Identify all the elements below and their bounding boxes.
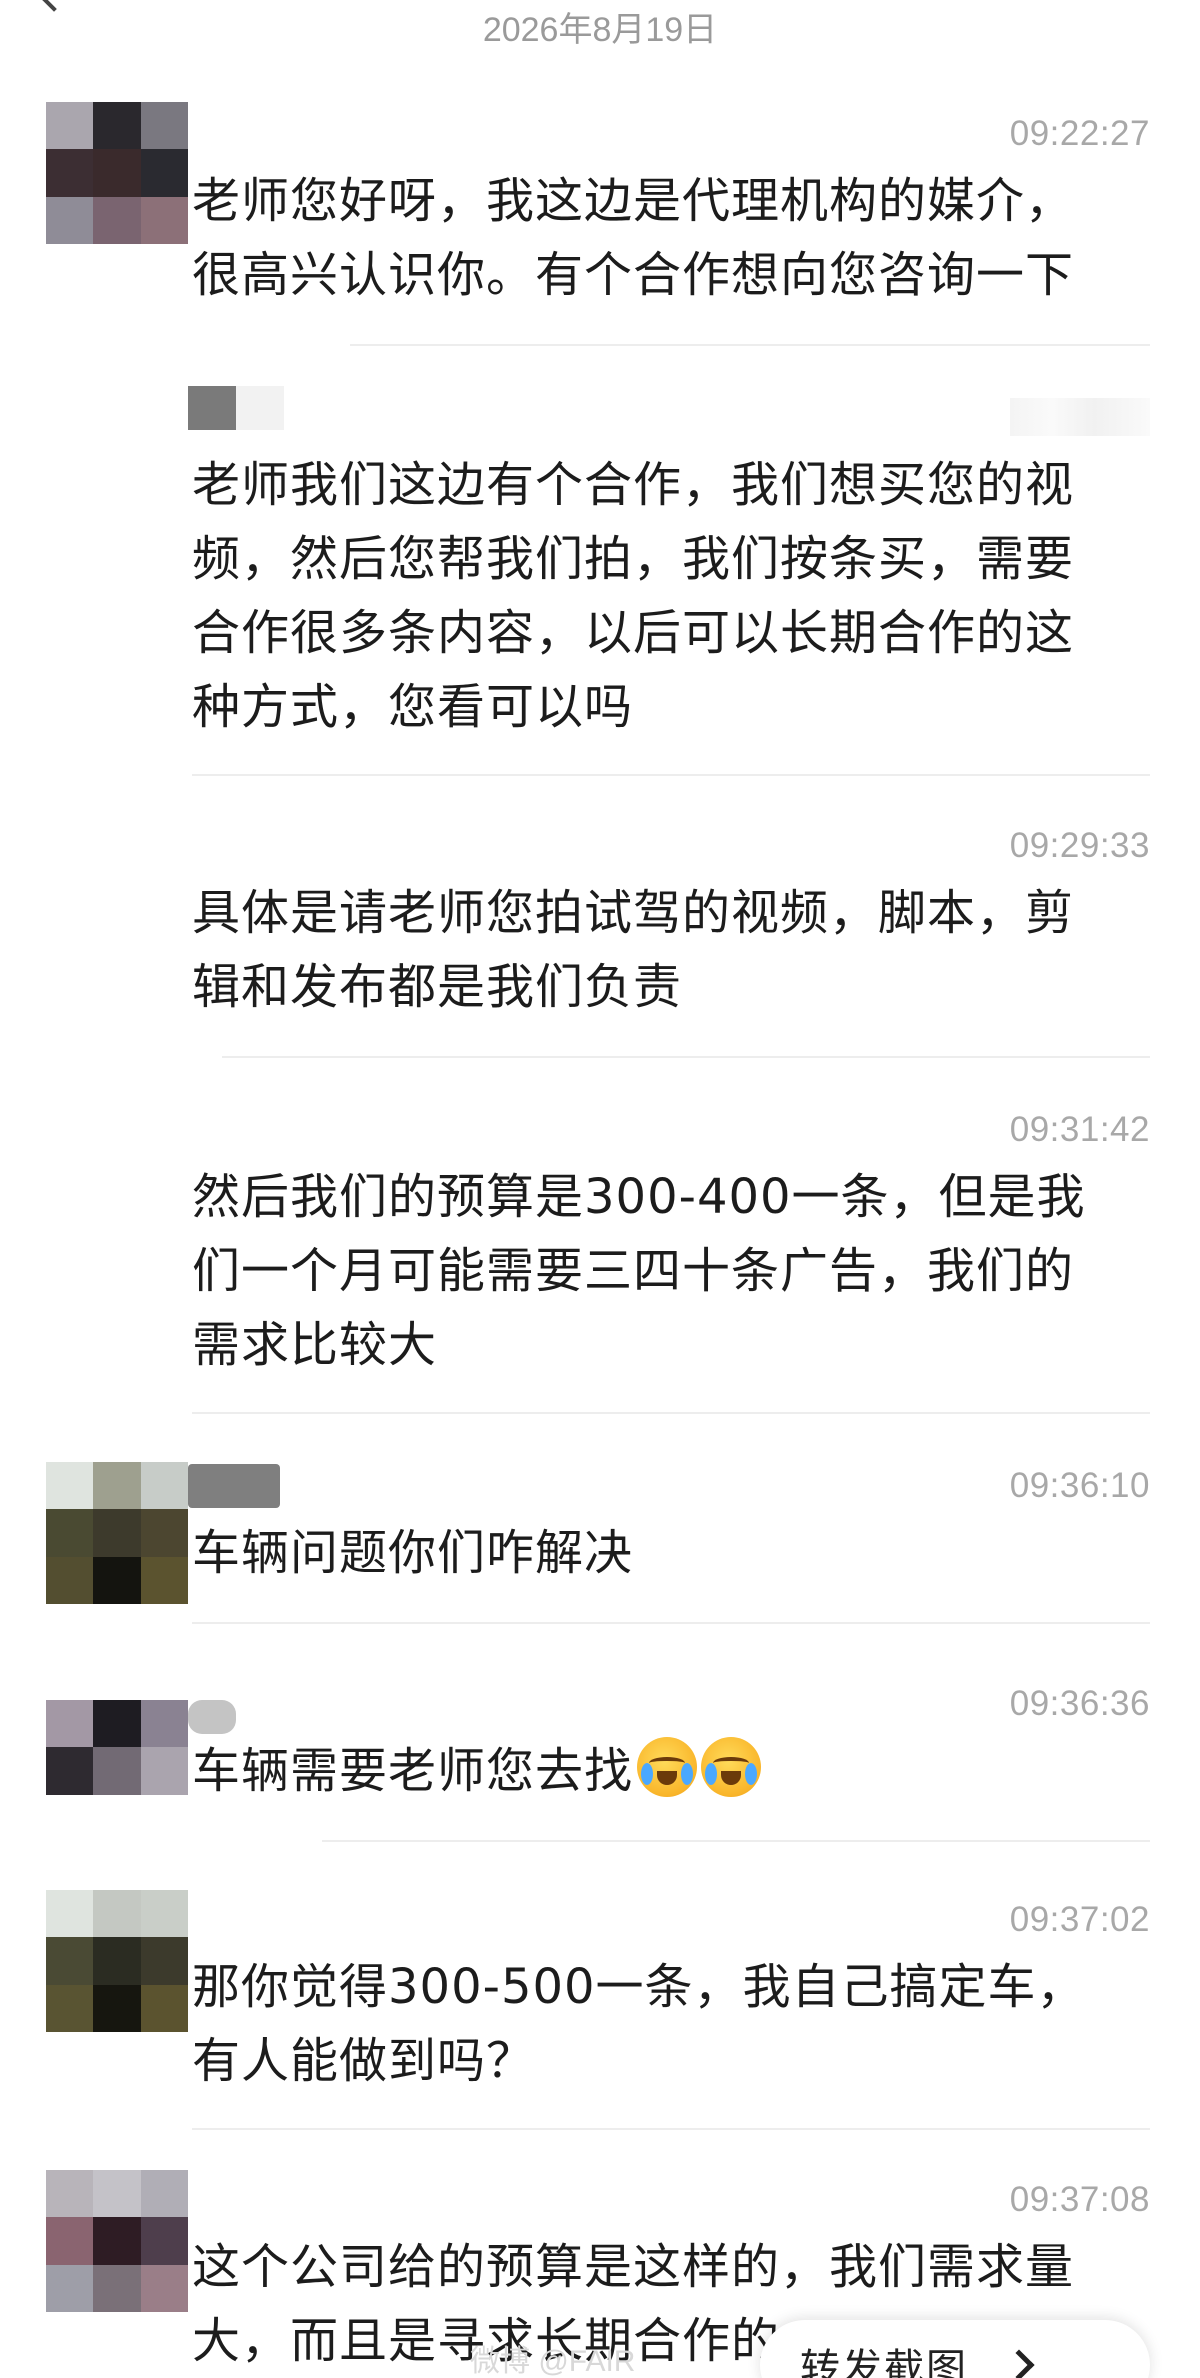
avatar[interactable]	[46, 102, 188, 244]
nickname-blurred	[188, 1464, 280, 1508]
message-text-line: 车辆问题你们咋解决	[192, 1525, 634, 1581]
message-text-line: 这个公司给的预算是这样的，我们需求量	[192, 2239, 1075, 2295]
avatar[interactable]	[46, 2170, 188, 2312]
divider	[192, 1412, 1150, 1414]
message-text-line: 有人能做到吗？	[192, 2033, 536, 2089]
message-text-line: 们一个月可能需要三四十条广告，我们的	[192, 1243, 1075, 1299]
message-text: 车辆需要老师您去找	[192, 1743, 634, 1799]
nickname-blurred	[188, 1700, 236, 1734]
message-time: 09:22:27	[1009, 114, 1150, 153]
divider	[192, 1622, 1150, 1624]
message-text-line: 具体是请老师您拍试驾的视频，脚本，剪	[192, 885, 1075, 941]
divider	[222, 1056, 1150, 1058]
watermark: 微博 @FAIR	[470, 2345, 636, 2378]
date-header: 2026年8月19日	[482, 11, 718, 49]
message-time: 09:37:02	[1009, 1900, 1150, 1939]
divider	[322, 1840, 1150, 1842]
message-text-line: 老师您好呀，我这边是代理机构的媒介，	[192, 173, 1075, 229]
avatar[interactable]	[46, 1890, 188, 2032]
divider	[192, 2128, 1150, 2130]
message-time: 09:37:08	[1009, 2180, 1150, 2219]
message-text-line: 车辆需要老师您去找	[192, 1734, 1152, 1808]
message-time-blurred	[1010, 398, 1150, 436]
message-text-line: 需求比较大	[192, 1317, 438, 1373]
avatar[interactable]	[46, 1462, 188, 1604]
message-text-line: 老师我们这边有个合作，我们想买您的视	[192, 457, 1075, 513]
message-time: 09:36:36	[1009, 1684, 1150, 1723]
avatar[interactable]	[46, 1700, 188, 1842]
chevron-right-icon	[1003, 2349, 1035, 2378]
divider	[350, 344, 1150, 346]
message-time: 09:31:42	[1009, 1110, 1150, 1149]
forward-label: 转发截图	[800, 2346, 968, 2378]
crying-laughing-emoji-icon	[637, 1737, 698, 1797]
message-time: 09:29:33	[1009, 826, 1150, 865]
message-text-line: 那你觉得300-500一条，我自己搞定车，	[192, 1959, 1086, 2015]
forward-screenshot-button[interactable]: 转发截图	[760, 2320, 1150, 2378]
nickname-blurred	[188, 386, 284, 430]
divider	[192, 774, 1150, 776]
message-time: 09:36:10	[1009, 1466, 1150, 1505]
message-text-line: 然后我们的预算是300-400一条，但是我	[192, 1169, 1086, 1225]
message-text-line: 合作很多条内容，以后可以长期合作的这	[192, 605, 1075, 661]
message-text-line: 频，然后您帮我们拍，我们按条买，需要	[192, 531, 1075, 587]
message-text-line: 种方式，您看可以吗	[192, 679, 634, 735]
message-text-line: 辑和发布都是我们负责	[192, 959, 683, 1015]
crying-laughing-emoji-icon	[701, 1737, 762, 1797]
message-text-line: 很高兴认识你。有个合作想向您咨询一下	[192, 247, 1075, 303]
